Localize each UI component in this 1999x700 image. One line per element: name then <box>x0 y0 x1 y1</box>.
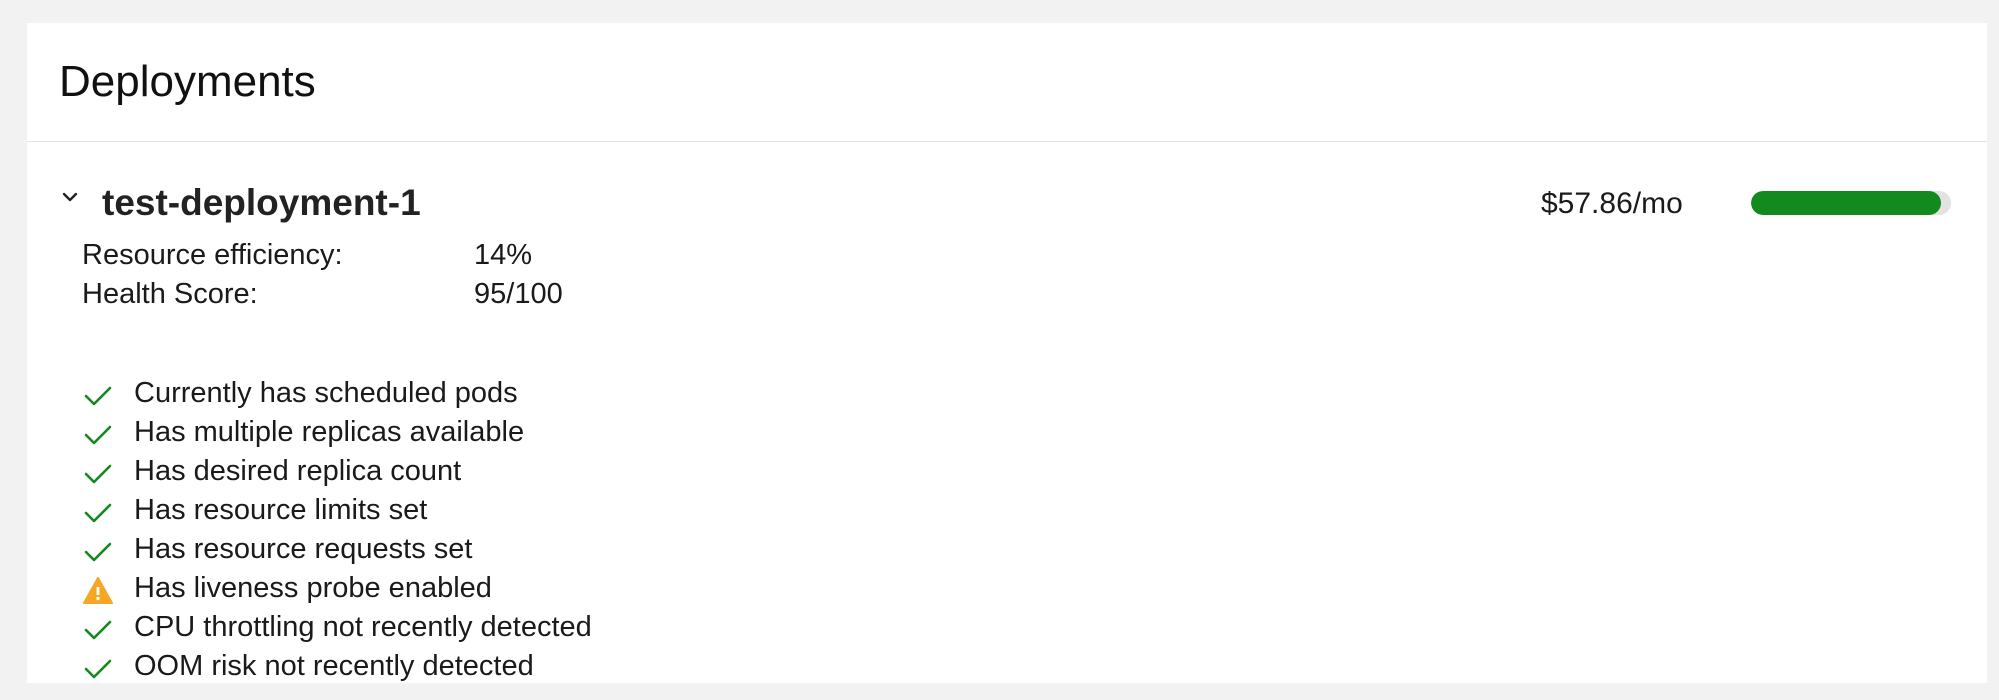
check-item: Has desired replica count <box>82 455 882 494</box>
card-header: Deployments <box>27 23 1987 142</box>
check-icon <box>84 386 112 406</box>
deployments-card: Deployments test-deployment-1 $57.86/mo … <box>27 23 1987 683</box>
check-item: Currently has scheduled pods <box>82 377 882 416</box>
page-title: Deployments <box>59 57 316 106</box>
checks-list: Currently has scheduled pods Has multiple… <box>82 377 882 689</box>
check-label: Has resource requests set <box>134 533 473 565</box>
check-label: Has desired replica count <box>134 455 462 487</box>
metric-row: Resource efficiency: 14% <box>82 239 682 278</box>
metric-value: 14% <box>474 239 533 271</box>
check-label: OOM risk not recently detected <box>134 650 534 682</box>
check-item: Has liveness probe enabled <box>82 572 882 611</box>
deployment-name[interactable]: test-deployment-1 <box>102 182 421 224</box>
metrics-list: Resource efficiency: 14% Health Score: 95/1… <box>82 239 682 317</box>
deployment-cost: $57.86/mo <box>1541 187 1683 220</box>
check-icon <box>84 425 112 445</box>
metric-value: 95/100 <box>474 278 563 310</box>
metric-row: Health Score: 95/100 <box>82 278 682 317</box>
check-icon <box>84 542 112 562</box>
metric-label: Resource efficiency: <box>82 239 343 271</box>
check-item: Has resource limits set <box>82 494 882 533</box>
check-label: Has multiple replicas available <box>134 416 525 448</box>
check-icon <box>84 503 112 523</box>
check-item: OOM risk not recently detected <box>82 650 882 689</box>
check-label: Has liveness probe enabled <box>134 572 492 604</box>
warning-icon <box>83 577 113 604</box>
cost-bar-fill <box>1751 191 1941 215</box>
check-icon <box>84 620 112 640</box>
chevron-down-icon[interactable] <box>59 186 81 208</box>
check-label: Has resource limits set <box>134 494 428 526</box>
check-label: CPU throttling not recently detected <box>134 611 592 643</box>
check-icon <box>84 464 112 484</box>
check-icon <box>84 659 112 679</box>
cost-bar <box>1751 191 1951 215</box>
metric-label: Health Score: <box>82 278 258 310</box>
check-item: Has multiple replicas available <box>82 416 882 455</box>
check-item: CPU throttling not recently detected <box>82 611 882 650</box>
deployment-row-header[interactable]: test-deployment-1 $57.86/mo <box>27 142 1987 224</box>
check-item: Has resource requests set <box>82 533 882 572</box>
check-label: Currently has scheduled pods <box>134 377 518 409</box>
